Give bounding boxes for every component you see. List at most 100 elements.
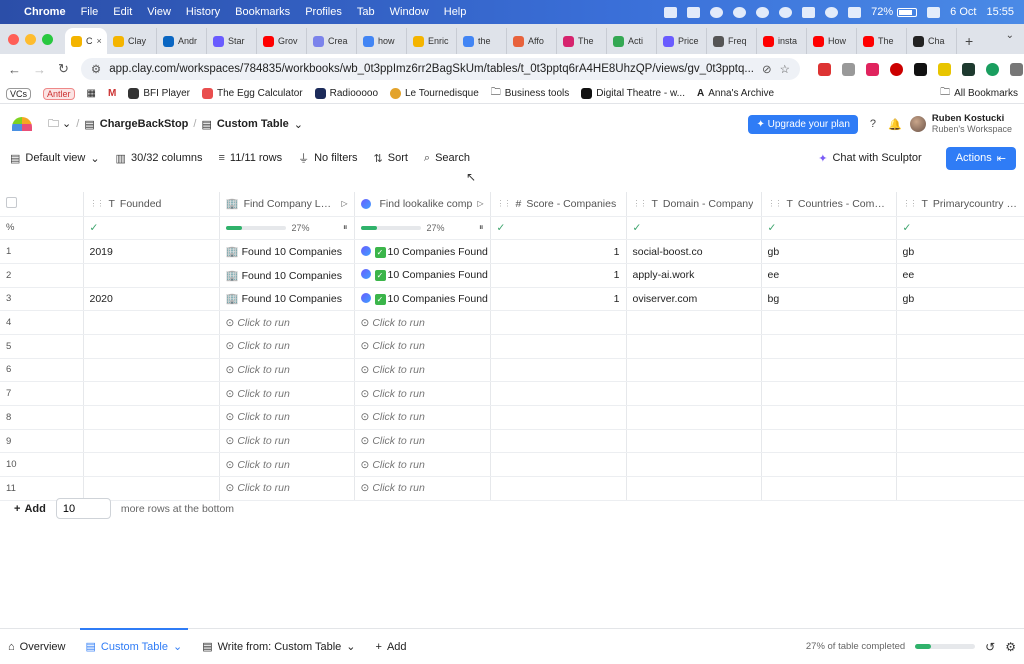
reload-icon[interactable]: ↻ xyxy=(58,61,69,77)
extension-icon[interactable] xyxy=(889,62,903,76)
cell-countries[interactable] xyxy=(761,429,897,454)
click-to-run-cell[interactable]: ⊙ Click to run xyxy=(219,334,355,359)
cell-founded[interactable] xyxy=(83,452,220,478)
tab-write-from[interactable]: ▤ Write from: Custom Table ⌄ xyxy=(202,629,355,664)
row-number[interactable]: 2 xyxy=(0,263,84,288)
menubar-date[interactable]: 6 Oct xyxy=(950,6,976,18)
view-selector[interactable]: ▤ Default view ⌄ xyxy=(10,152,100,165)
minimize-window-button[interactable] xyxy=(25,33,36,45)
browser-tab[interactable]: Star xyxy=(207,28,257,54)
cell-domain[interactable] xyxy=(626,334,762,359)
column-header-find-lookalike[interactable]: Find lookalike comp ▷ xyxy=(354,192,491,217)
user-menu[interactable]: Ruben Kostucki Ruben's Workspace xyxy=(909,114,1012,134)
cell-score[interactable]: 1 xyxy=(490,239,627,264)
row-number[interactable]: 3 xyxy=(0,287,84,312)
cell-primarycountry[interactable] xyxy=(896,381,1024,406)
bookmark-egg-calculator[interactable]: The Egg Calculator xyxy=(202,88,303,99)
cell-founded[interactable] xyxy=(83,405,220,430)
cell-find-lookalike[interactable]: ✓ 10 Companies Found xyxy=(354,287,491,312)
pause-icon[interactable]: ⏸ xyxy=(343,222,348,233)
table-row[interactable]: 11 ⊙ Click to run ⊙ Click to run xyxy=(0,476,1024,501)
cell-domain[interactable] xyxy=(626,381,762,406)
extension-icon[interactable] xyxy=(961,62,975,76)
back-icon[interactable]: ← xyxy=(8,62,21,77)
cell-countries[interactable] xyxy=(761,334,897,359)
history-icon[interactable]: ↺ xyxy=(985,640,995,654)
status-app-icon[interactable] xyxy=(779,6,793,18)
click-to-run-cell[interactable]: ⊙ Click to run xyxy=(219,429,355,454)
cell-primarycountry[interactable] xyxy=(896,429,1024,454)
cell-founded[interactable]: 2019 xyxy=(83,239,220,264)
folder-icon[interactable]: 🗀 ⌄ xyxy=(48,115,71,134)
cell-domain[interactable] xyxy=(626,429,762,454)
bookmark-vcs[interactable]: VCs xyxy=(6,87,32,100)
address-bar[interactable]: ⚙ app.clay.com/workspaces/784835/workboo… xyxy=(80,58,800,80)
help-icon[interactable]: ? xyxy=(866,118,880,130)
upgrade-button[interactable]: ✦ Upgrade your plan xyxy=(748,114,858,134)
close-window-button[interactable] xyxy=(8,33,19,45)
browser-tab[interactable]: insta xyxy=(757,28,807,54)
extension-icon[interactable] xyxy=(937,62,951,76)
columns-button[interactable]: ▥ 30/32 columns xyxy=(116,152,203,165)
cell-domain[interactable] xyxy=(626,358,762,383)
rows-button[interactable]: ≡ 11/11 rows xyxy=(219,152,283,164)
status-app-icon[interactable] xyxy=(733,6,747,18)
add-rows-button[interactable]: + Add xyxy=(14,503,46,515)
cell-primarycountry[interactable] xyxy=(896,310,1024,335)
table-row[interactable]: 9 ⊙ Click to run ⊙ Click to run xyxy=(0,429,1024,454)
click-to-run-cell[interactable]: ⊙ Click to run xyxy=(219,358,355,383)
cell-countries[interactable] xyxy=(761,452,897,478)
menu-view[interactable]: View xyxy=(147,6,171,18)
cell-primarycountry[interactable] xyxy=(896,358,1024,383)
click-to-run-cell[interactable]: ⊙ Click to run xyxy=(354,334,491,359)
browser-tab[interactable]: Andr xyxy=(157,28,207,54)
row-count-input[interactable] xyxy=(55,498,111,519)
browser-tab[interactable]: The xyxy=(857,28,907,54)
menu-profiles[interactable]: Profiles xyxy=(305,6,342,18)
table-row[interactable]: 8 ⊙ Click to run ⊙ Click to run xyxy=(0,405,1024,430)
cell-countries[interactable]: bg xyxy=(761,287,897,312)
click-to-run-cell[interactable]: ⊙ Click to run xyxy=(354,405,491,430)
bookmark-star-icon[interactable]: ☆ xyxy=(780,62,790,76)
pocket-icon[interactable] xyxy=(865,62,879,76)
bookmark-business-tools[interactable]: 🗀 Business tools xyxy=(491,85,569,102)
clay-logo[interactable] xyxy=(12,117,32,131)
battery-status[interactable]: 72% xyxy=(871,6,918,18)
click-to-run-cell[interactable]: ⊙ Click to run xyxy=(354,358,491,383)
control-center-icon[interactable] xyxy=(927,6,941,18)
column-header-score[interactable]: ⋮⋮ # Score - Companies xyxy=(490,192,627,217)
browser-tab[interactable]: Acti xyxy=(607,28,657,54)
hide-eye-icon[interactable]: ⊘ xyxy=(762,62,772,76)
column-header-founded[interactable]: ⋮⋮ T Founded xyxy=(83,192,220,217)
browser-tab[interactable]: Cha xyxy=(907,28,957,54)
zoom-window-button[interactable] xyxy=(42,33,53,45)
click-to-run-cell[interactable]: ⊙ Click to run xyxy=(219,310,355,335)
workbook-name[interactable]: ChargeBackStop xyxy=(100,118,189,130)
status-app-icon[interactable] xyxy=(756,6,770,18)
cell-find-company[interactable]: 🏢 Found 10 Companies xyxy=(219,239,355,264)
cell-countries[interactable] xyxy=(761,310,897,335)
cell-domain[interactable] xyxy=(626,476,762,501)
cell-founded[interactable] xyxy=(83,381,220,406)
column-header-primarycountry[interactable]: ⋮⋮ T Primarycountry - Co xyxy=(896,192,1024,217)
row-number[interactable]: 6 xyxy=(0,358,84,383)
bookmark-bfi-player[interactable]: BFI Player xyxy=(128,88,190,99)
cell-primarycountry[interactable] xyxy=(896,405,1024,430)
cell-primarycountry[interactable]: ee xyxy=(896,263,1024,288)
row-number[interactable]: 11 xyxy=(0,476,84,501)
column-header-countries[interactable]: ⋮⋮ T Countries - Compan xyxy=(761,192,897,217)
filters-button[interactable]: ⏚ No filters xyxy=(298,150,357,166)
actions-button[interactable]: Actions ⇤ xyxy=(945,146,1016,170)
cell-countries[interactable] xyxy=(761,476,897,501)
menu-edit[interactable]: Edit xyxy=(113,6,132,18)
table-row[interactable]: 5 ⊙ Click to run ⊙ Click to run xyxy=(0,334,1024,359)
chat-with-sculptor-button[interactable]: ✦ Chat with Sculptor xyxy=(810,148,929,169)
new-tab-button[interactable]: + xyxy=(965,28,973,54)
table-row[interactable]: 1 2019 🏢 Found 10 Companies ✓ 10 Companies Fo… xyxy=(0,239,1024,264)
cell-domain[interactable] xyxy=(626,310,762,335)
row-number[interactable]: 10 xyxy=(0,452,84,478)
all-bookmarks[interactable]: 🗀 All Bookmarks xyxy=(940,85,1018,102)
click-to-run-cell[interactable]: ⊙ Click to run xyxy=(354,310,491,335)
url-text[interactable]: app.clay.com/workspaces/784835/workbooks… xyxy=(109,63,754,75)
cell-founded[interactable] xyxy=(83,263,220,288)
